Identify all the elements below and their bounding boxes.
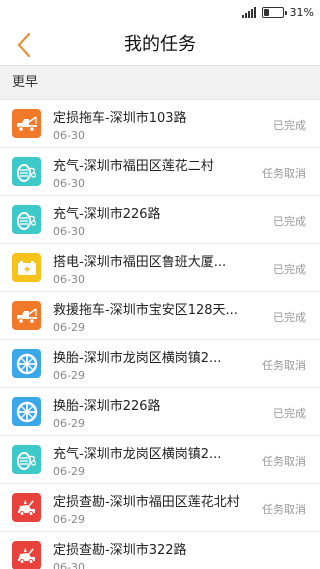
task-row[interactable]: 充气-深圳市福田区莲花二村 06-30 任务取消 [0,148,320,196]
task-status: 任务取消 [262,359,306,372]
task-status: 已完成 [273,119,306,132]
task-status: 已完成 [273,263,306,276]
tire-inflate-icon [12,157,41,186]
task-status: 已完成 [273,311,306,324]
task-title: 充气-深圳市龙岗区横岗镇2... [53,447,222,462]
task-row[interactable]: 定损拖车-深圳市103路 06-30 已完成 [0,100,320,148]
task-date: 06-29 [53,513,85,526]
wheel-icon [12,397,41,426]
task-date: 06-30 [53,225,85,238]
task-title: 搭电-深圳市福田区鲁班大厦... [53,255,227,270]
task-row[interactable]: 定损查勘-深圳市322路 06-30 [0,532,320,569]
battery-icon [261,6,287,18]
section-header: 更早 [0,66,320,100]
task-status: 已完成 [273,215,306,228]
task-title: 换胎-深圳市226路 [53,399,161,414]
task-date: 06-29 [53,465,85,478]
task-title: 定损查勘-深圳市322路 [53,543,187,558]
task-status: 任务取消 [262,167,306,180]
task-row[interactable]: 救援拖车-深圳市宝安区128天... 06-29 已完成 [0,292,320,340]
task-date: 06-30 [53,177,85,190]
task-row[interactable]: 充气-深圳市龙岗区横岗镇2... 06-29 任务取消 [0,436,320,484]
car-survey-icon [12,541,41,569]
task-row[interactable]: 定损查勘-深圳市福田区莲花北村 06-29 任务取消 [0,484,320,532]
tire-inflate-icon [12,445,41,474]
task-date: 06-30 [53,273,85,286]
task-title: 充气-深圳市226路 [53,207,161,222]
status-bar: 31% [0,0,320,25]
tire-inflate-icon [12,205,41,234]
task-status: 已完成 [273,407,306,420]
tow-truck-icon [12,301,41,330]
task-date: 06-30 [53,561,85,569]
task-status: 任务取消 [262,503,306,516]
page-title: 我的任务 [124,34,196,55]
task-date: 06-29 [53,417,85,430]
task-title: 定损拖车-深圳市103路 [53,111,187,126]
task-row[interactable]: 换胎-深圳市226路 06-29 已完成 [0,388,320,436]
task-date: 06-29 [53,321,85,334]
task-title: 充气-深圳市福田区莲花二村 [53,159,214,174]
battery-percentage: 31% [289,5,314,19]
signal-icon [241,6,256,18]
task-status: 任务取消 [262,455,306,468]
task-title: 救援拖车-深圳市宝安区128天... [53,303,238,318]
task-date: 06-29 [53,369,85,382]
task-date: 06-30 [53,129,85,142]
car-survey-icon [12,493,41,522]
status-indicators: 31% [241,5,314,19]
task-list: 定损拖车-深圳市103路 06-30 已完成 充气-深圳市福田区莲花二村 06-30 任务… [0,100,320,569]
task-row[interactable]: 充气-深圳市226路 06-30 已完成 [0,196,320,244]
task-title: 换胎-深圳市龙岗区横岗镇2... [53,351,222,366]
wheel-icon [12,349,41,378]
task-title: 定损查勘-深圳市福田区莲花北村 [53,495,240,510]
task-row[interactable]: 搭电-深圳市福田区鲁班大厦... 06-30 已完成 [0,244,320,292]
battery-icon [12,253,41,282]
nav-bar: 我的任务 [0,25,320,66]
tow-truck-icon [12,109,41,138]
task-row[interactable]: 换胎-深圳市龙岗区横岗镇2... 06-29 任务取消 [0,340,320,388]
